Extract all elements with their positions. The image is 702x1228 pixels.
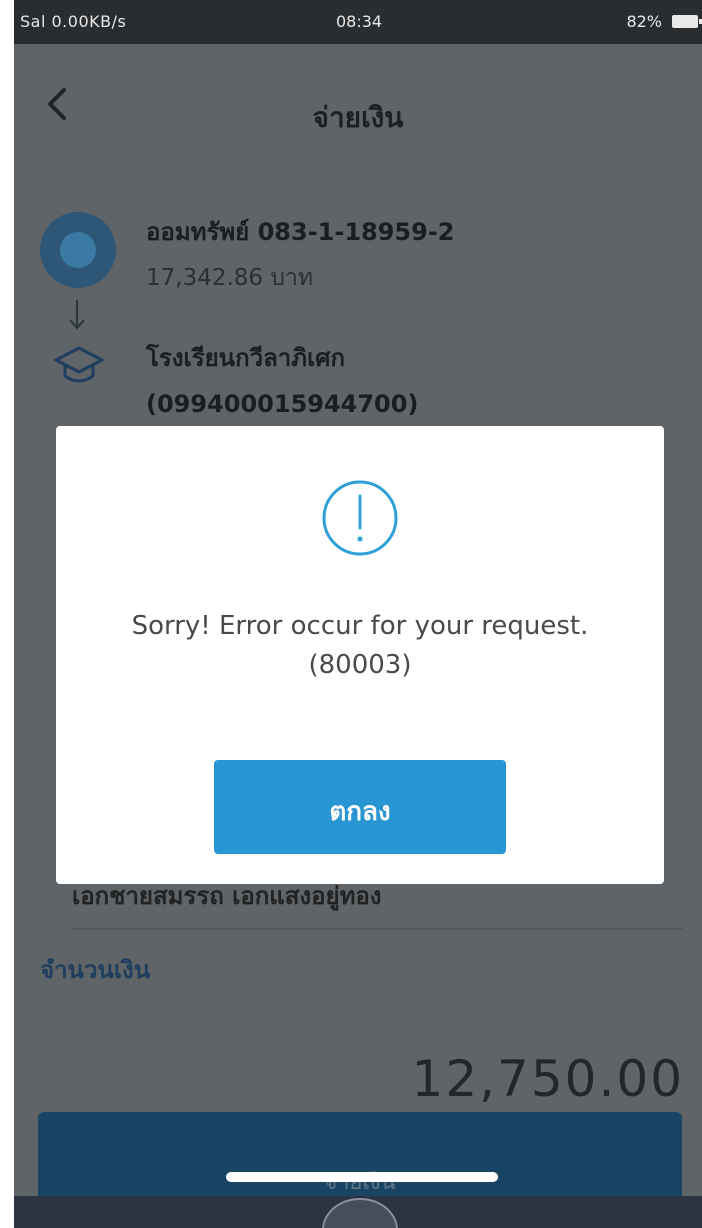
app-header: จ่ายเงิน (14, 44, 702, 174)
reference-underline (72, 928, 682, 930)
pay-button[interactable]: จ่ายเงิน (38, 1112, 682, 1202)
home-indicator[interactable] (226, 1172, 498, 1182)
network-speed: Sal 0.00KB/s (20, 12, 127, 31)
amount-input[interactable]: 12,750.00 (412, 1050, 684, 1108)
home-nav-icon[interactable] (322, 1198, 398, 1228)
amount-label: จำนวนเงิน (40, 956, 151, 984)
battery-icon (672, 15, 702, 28)
ok-button[interactable]: ตกลง (214, 760, 506, 854)
error-code: (80003) (308, 650, 412, 680)
bottom-navigation-bar (14, 1196, 702, 1228)
payee-name: โรงเรียนกวีลาภิเศก (146, 344, 346, 372)
graduation-cap-icon (52, 346, 106, 383)
phone-screen: Sal 0.00KB/s 08:34 82% จ่ายเงิน ออมทรัพย… (14, 0, 702, 1228)
payee-id: (099400015944700) (146, 390, 419, 418)
from-account-number: ออมทรัพย์ 083-1-18959-2 (146, 218, 455, 246)
page-title: จ่ายเงิน (312, 101, 404, 134)
ok-button-label: ตกลง (329, 797, 391, 827)
error-dialog: Sorry! Error occur for your request. (80… (56, 426, 664, 884)
error-message: Sorry! Error occur for your request. (131, 611, 589, 641)
from-account-balance: 17,342.86 บาท (146, 265, 314, 291)
status-bar: Sal 0.00KB/s 08:34 82% (14, 0, 702, 44)
amount-divider (40, 1008, 682, 1009)
account-avatar-icon (40, 212, 116, 288)
battery-percent: 82% (626, 12, 662, 31)
screenshot-frame: Sal 0.00KB/s 08:34 82% จ่ายเงิน ออมทรัพย… (0, 0, 702, 1228)
arrow-down-icon (69, 300, 85, 330)
exclamation-circle-icon (322, 480, 398, 556)
clock: 08:34 (336, 12, 383, 31)
